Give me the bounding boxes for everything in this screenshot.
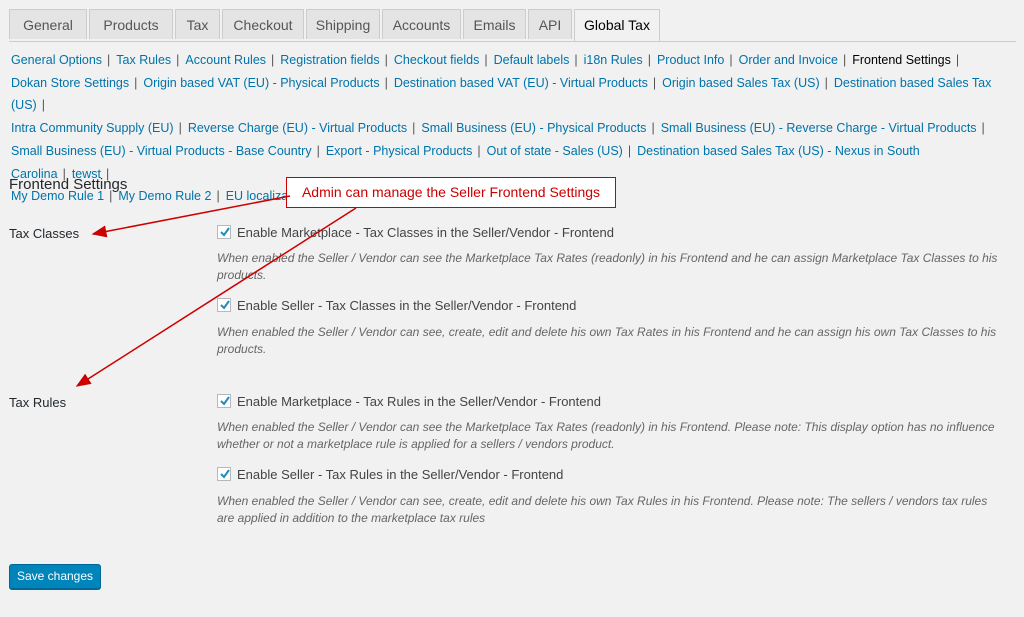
arrow-to-tax-classes bbox=[91, 195, 291, 238]
annotation-arrows bbox=[75, 195, 357, 387]
arrow-to-tax-rules bbox=[75, 207, 357, 387]
